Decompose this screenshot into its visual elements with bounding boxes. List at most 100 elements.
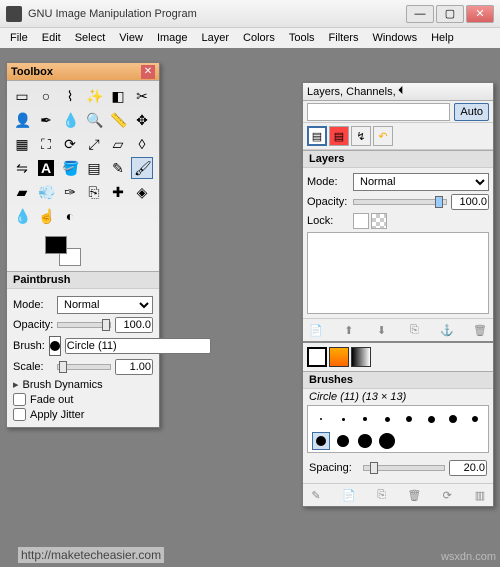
tool-foreground-select[interactable]: 👤 bbox=[11, 109, 33, 131]
fg-bg-colors[interactable] bbox=[45, 236, 81, 266]
tool-flip[interactable]: ⇋ bbox=[11, 157, 33, 179]
new-layer-icon[interactable]: 📄 bbox=[307, 321, 325, 339]
duplicate-brush-icon[interactable]: ⎘ bbox=[373, 486, 391, 504]
close-button[interactable]: ✕ bbox=[466, 5, 494, 23]
scale-value[interactable] bbox=[115, 359, 153, 375]
fg-color[interactable] bbox=[45, 236, 67, 254]
tool-rect-select[interactable]: ▭ bbox=[11, 85, 33, 107]
tool-paintbrush[interactable]: 🖌 bbox=[131, 157, 153, 179]
tool-ellipse-select[interactable]: ○ bbox=[35, 85, 57, 107]
tool-measure[interactable]: 📏 bbox=[107, 109, 129, 131]
lock-pixels[interactable] bbox=[353, 213, 369, 229]
tab-channels[interactable]: ▤ bbox=[329, 126, 349, 146]
tool-zoom[interactable]: 🔍 bbox=[83, 109, 105, 131]
opacity-slider[interactable] bbox=[57, 322, 111, 328]
dock-menu-icon[interactable]: ⏴ bbox=[398, 85, 489, 98]
opacity-value[interactable] bbox=[115, 317, 153, 333]
tab-layers[interactable]: ▤ bbox=[307, 126, 327, 146]
brush-item[interactable] bbox=[356, 410, 374, 428]
menu-filters[interactable]: Filters bbox=[323, 30, 365, 46]
image-selector[interactable] bbox=[307, 103, 450, 121]
menu-select[interactable]: Select bbox=[69, 30, 112, 46]
lock-alpha[interactable] bbox=[371, 213, 387, 229]
new-brush-icon[interactable]: 📄 bbox=[340, 486, 358, 504]
tool-dodge[interactable]: ◐ bbox=[59, 205, 81, 227]
scale-slider[interactable] bbox=[57, 364, 111, 370]
tool-blend[interactable]: ▤ bbox=[83, 157, 105, 179]
brush-item[interactable] bbox=[422, 410, 440, 428]
anchor-layer-icon[interactable]: ⚓ bbox=[438, 321, 456, 339]
tool-airbrush[interactable]: 💨 bbox=[35, 181, 57, 203]
menu-file[interactable]: File bbox=[4, 30, 34, 46]
tool-lasso[interactable]: ⌇ bbox=[59, 85, 81, 107]
patterns-tab[interactable] bbox=[329, 347, 349, 367]
tab-paths[interactable]: ↯ bbox=[351, 126, 371, 146]
menu-view[interactable]: View bbox=[113, 30, 149, 46]
apply-jitter-checkbox[interactable] bbox=[13, 408, 26, 421]
layer-opacity-slider[interactable] bbox=[353, 199, 447, 205]
brush-item[interactable] bbox=[334, 432, 352, 450]
tool-perspective-clone[interactable]: ◈ bbox=[131, 181, 153, 203]
menu-edit[interactable]: Edit bbox=[36, 30, 67, 46]
maximize-button[interactable]: ▢ bbox=[436, 5, 464, 23]
layer-mode-select[interactable]: Normal bbox=[353, 173, 489, 191]
tool-shear[interactable]: ▱ bbox=[107, 133, 129, 155]
menu-layer[interactable]: Layer bbox=[196, 30, 236, 46]
tool-bucket[interactable]: 🪣 bbox=[59, 157, 81, 179]
brush-name[interactable] bbox=[65, 338, 211, 354]
menu-tools[interactable]: Tools bbox=[283, 30, 321, 46]
gradients-tab[interactable] bbox=[351, 347, 371, 367]
lower-layer-icon[interactable]: ⬇ bbox=[373, 321, 391, 339]
toolbox-close-icon[interactable]: ✕ bbox=[141, 65, 155, 79]
mode-select[interactable]: Normal bbox=[57, 296, 153, 314]
brush-item[interactable] bbox=[466, 410, 484, 428]
spacing-value[interactable] bbox=[449, 460, 487, 476]
brush-item[interactable] bbox=[400, 410, 418, 428]
brushes-tab[interactable] bbox=[307, 347, 327, 367]
tool-text[interactable]: A bbox=[35, 157, 57, 179]
tool-clone[interactable]: ⎘ bbox=[83, 181, 105, 203]
brush-item[interactable] bbox=[312, 432, 330, 450]
brush-preview[interactable] bbox=[49, 336, 61, 356]
auto-button[interactable]: Auto bbox=[454, 103, 489, 121]
brush-item[interactable] bbox=[334, 410, 352, 428]
expander-icon[interactable]: ▸ bbox=[13, 378, 19, 391]
tool-heal[interactable]: ✚ bbox=[107, 181, 129, 203]
tool-paths[interactable]: ✒ bbox=[35, 109, 57, 131]
brush-item[interactable] bbox=[378, 432, 396, 450]
tool-scale[interactable]: ⤢ bbox=[83, 133, 105, 155]
brush-item[interactable] bbox=[312, 410, 330, 428]
brush-item[interactable] bbox=[356, 432, 374, 450]
open-brush-folder-icon[interactable]: ▥ bbox=[471, 486, 489, 504]
tool-align[interactable]: ▦ bbox=[11, 133, 33, 155]
tool-smudge[interactable]: ☝ bbox=[35, 205, 57, 227]
tool-blur[interactable]: 💧 bbox=[11, 205, 33, 227]
tool-move[interactable]: ✥ bbox=[131, 109, 153, 131]
menu-windows[interactable]: Windows bbox=[366, 30, 423, 46]
menu-image[interactable]: Image bbox=[151, 30, 194, 46]
minimize-button[interactable]: — bbox=[406, 5, 434, 23]
delete-brush-icon[interactable]: 🗑 bbox=[405, 486, 423, 504]
tool-rotate[interactable]: ⟳ bbox=[59, 133, 81, 155]
edit-brush-icon[interactable]: ✎ bbox=[307, 486, 325, 504]
layer-opacity-value[interactable] bbox=[451, 194, 489, 210]
brush-item[interactable] bbox=[444, 410, 462, 428]
spacing-slider[interactable] bbox=[363, 465, 445, 471]
duplicate-layer-icon[interactable]: ⎘ bbox=[405, 321, 423, 339]
tool-scissors[interactable]: ✂ bbox=[131, 85, 153, 107]
tool-crop[interactable]: ⛶ bbox=[35, 133, 57, 155]
toolbox-titlebar[interactable]: Toolbox ✕ bbox=[7, 63, 159, 81]
tab-undo[interactable]: ↶ bbox=[373, 126, 393, 146]
layers-list[interactable] bbox=[307, 232, 489, 314]
brush-item[interactable] bbox=[378, 410, 396, 428]
tool-wand[interactable]: ✨ bbox=[83, 85, 105, 107]
menu-help[interactable]: Help bbox=[425, 30, 460, 46]
tool-color-select[interactable]: ◧ bbox=[107, 85, 129, 107]
refresh-brush-icon[interactable]: ⟳ bbox=[438, 486, 456, 504]
menu-colors[interactable]: Colors bbox=[237, 30, 281, 46]
tool-color-picker[interactable]: 💧 bbox=[59, 109, 81, 131]
tool-eraser[interactable]: ▰ bbox=[11, 181, 33, 203]
tool-pencil[interactable]: ✎ bbox=[107, 157, 129, 179]
raise-layer-icon[interactable]: ⬆ bbox=[340, 321, 358, 339]
tool-perspective[interactable]: ◊ bbox=[131, 133, 153, 155]
